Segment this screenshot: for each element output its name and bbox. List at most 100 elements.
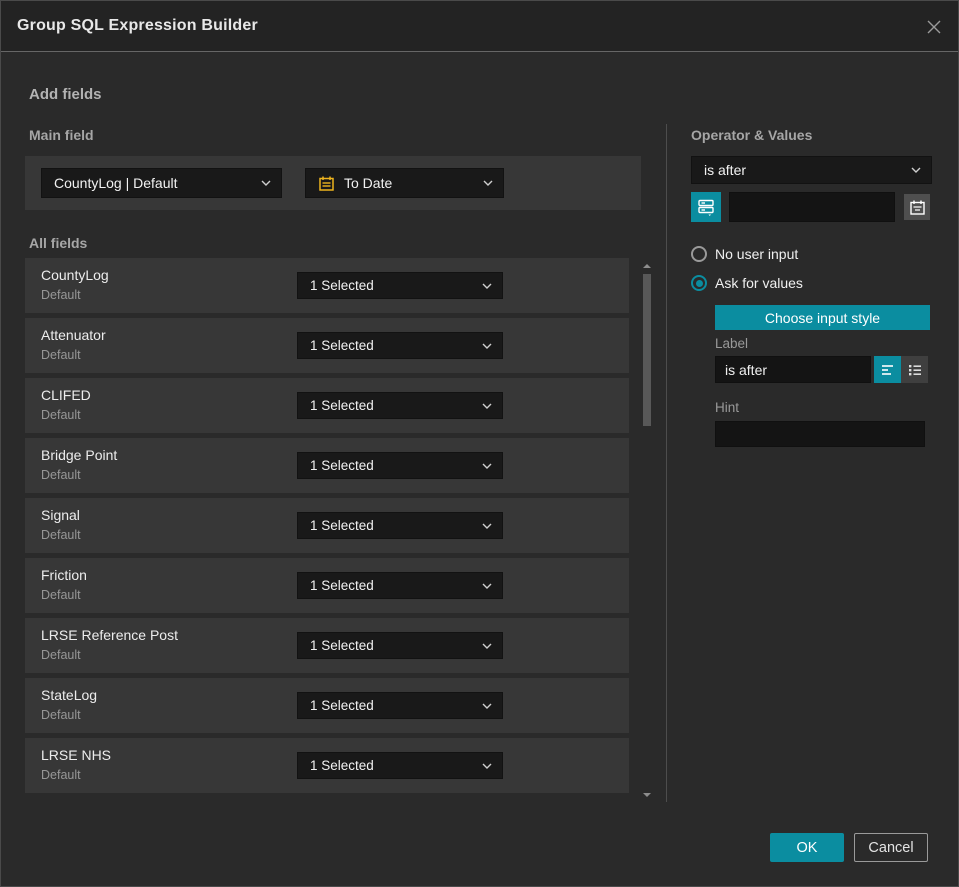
all-fields-heading: All fields <box>29 235 88 251</box>
field-type: Default <box>41 708 81 722</box>
field-name: Friction <box>41 567 87 583</box>
main-field-heading: Main field <box>29 127 94 143</box>
field-selection-dropdown[interactable]: 1 Selected <box>297 332 503 359</box>
fields-scrollbar[interactable] <box>641 258 653 803</box>
field-row-friction: Friction Default 1 Selected <box>25 558 629 613</box>
field-type: Default <box>41 408 81 422</box>
chevron-down-icon <box>261 180 271 186</box>
dialog-header: Group SQL Expression Builder <box>1 1 958 52</box>
main-field-select[interactable]: CountyLog | Default <box>41 168 282 198</box>
choose-input-style-button[interactable]: Choose input style <box>715 305 930 330</box>
chevron-down-icon <box>482 763 492 769</box>
field-type: Default <box>41 288 81 302</box>
field-name: LRSE Reference Post <box>41 627 178 643</box>
operator-select-value: is after <box>704 162 747 178</box>
field-selection-value: 1 Selected <box>310 758 374 773</box>
field-row-clifed: CLIFED Default 1 Selected <box>25 378 629 433</box>
hint-caption: Hint <box>715 400 740 415</box>
chevron-down-icon <box>482 583 492 589</box>
field-name: CLIFED <box>41 387 91 403</box>
field-name: Signal <box>41 507 80 523</box>
stacked-values-icon <box>698 199 714 216</box>
scrollbar-thumb[interactable] <box>643 274 651 426</box>
field-selection-dropdown[interactable]: 1 Selected <box>297 392 503 419</box>
radio-icon <box>691 246 707 262</box>
hint-input[interactable] <box>715 421 925 447</box>
chevron-down-icon <box>482 703 492 709</box>
field-type: Default <box>41 468 81 482</box>
field-name: CountyLog <box>41 267 109 283</box>
field-type: Default <box>41 348 81 362</box>
field-name: LRSE NHS <box>41 747 112 763</box>
chevron-down-icon <box>482 343 492 349</box>
label-input[interactable] <box>715 356 871 383</box>
calendar-icon <box>318 175 335 192</box>
scroll-down-arrow[interactable] <box>643 791 651 799</box>
field-selection-value: 1 Selected <box>310 578 374 593</box>
field-selection-value: 1 Selected <box>310 398 374 413</box>
field-row-statelog: StateLog Default 1 Selected <box>25 678 629 733</box>
list-icon <box>908 364 921 375</box>
scroll-up-arrow[interactable] <box>643 262 651 270</box>
unique-values-button[interactable] <box>691 192 721 222</box>
chevron-down-icon <box>911 167 921 173</box>
date-value-input[interactable] <box>729 192 895 222</box>
field-row-lrse-reference-post: LRSE Reference Post Default 1 Selected <box>25 618 629 673</box>
radio-label: Ask for values <box>715 275 803 291</box>
add-fields-heading: Add fields <box>29 86 102 103</box>
text-input-style-button[interactable] <box>874 356 901 383</box>
ok-button[interactable]: OK <box>770 833 844 862</box>
field-selection-dropdown[interactable]: 1 Selected <box>297 452 503 479</box>
field-name: Bridge Point <box>41 447 118 463</box>
operator-select[interactable]: is after <box>691 156 932 184</box>
field-name: Attenuator <box>41 327 106 343</box>
field-selection-value: 1 Selected <box>310 278 374 293</box>
calendar-icon <box>909 200 925 215</box>
radio-no-user-input[interactable]: No user input <box>691 246 798 262</box>
field-selection-value: 1 Selected <box>310 458 374 473</box>
cancel-button[interactable]: Cancel <box>854 833 928 862</box>
field-selection-value: 1 Selected <box>310 638 374 653</box>
field-type: Default <box>41 768 81 782</box>
date-type-select[interactable]: To Date <box>305 168 504 198</box>
label-caption: Label <box>715 336 749 351</box>
field-row-countylog: CountyLog Default 1 Selected <box>25 258 629 313</box>
column-divider <box>666 124 667 802</box>
main-field-panel: CountyLog | Default To Date <box>25 156 641 210</box>
field-selection-dropdown[interactable]: 1 Selected <box>297 692 503 719</box>
close-button[interactable] <box>922 15 946 39</box>
field-row-bridge-point: Bridge Point Default 1 Selected <box>25 438 629 493</box>
align-left-icon <box>881 364 893 375</box>
date-picker-button[interactable] <box>904 194 930 220</box>
chevron-down-icon <box>482 403 492 409</box>
list-input-style-button[interactable] <box>901 356 928 383</box>
field-selection-dropdown[interactable]: 1 Selected <box>297 752 503 779</box>
operator-values-heading: Operator & Values <box>691 127 813 143</box>
chevron-down-icon <box>482 643 492 649</box>
field-name: StateLog <box>41 687 98 703</box>
field-row-lrse-nhs: LRSE NHS Default 1 Selected <box>25 738 629 793</box>
field-selection-dropdown[interactable]: 1 Selected <box>297 572 503 599</box>
field-selection-dropdown[interactable]: 1 Selected <box>297 272 503 299</box>
radio-label: No user input <box>715 246 799 262</box>
chevron-down-icon <box>482 463 492 469</box>
field-selection-dropdown[interactable]: 1 Selected <box>297 632 503 659</box>
field-row-signal: Signal Default 1 Selected <box>25 498 629 553</box>
chevron-down-icon <box>482 523 492 529</box>
field-row-attenuator: Attenuator Default 1 Selected <box>25 318 629 373</box>
chevron-down-icon <box>482 283 492 289</box>
radio-icon-checked <box>691 275 707 291</box>
field-selection-value: 1 Selected <box>310 338 374 353</box>
main-field-select-value: CountyLog | Default <box>54 175 178 191</box>
close-icon <box>927 20 941 34</box>
date-type-select-value: To Date <box>344 175 393 191</box>
chevron-down-icon <box>483 180 493 186</box>
field-selection-value: 1 Selected <box>310 698 374 713</box>
field-selection-dropdown[interactable]: 1 Selected <box>297 512 503 539</box>
field-type: Default <box>41 588 81 602</box>
field-type: Default <box>41 528 81 542</box>
group-sql-expression-builder-dialog: Group SQL Expression Builder Add fields … <box>0 0 959 887</box>
radio-ask-for-values[interactable]: Ask for values <box>691 275 803 291</box>
field-selection-value: 1 Selected <box>310 518 374 533</box>
field-type: Default <box>41 648 81 662</box>
